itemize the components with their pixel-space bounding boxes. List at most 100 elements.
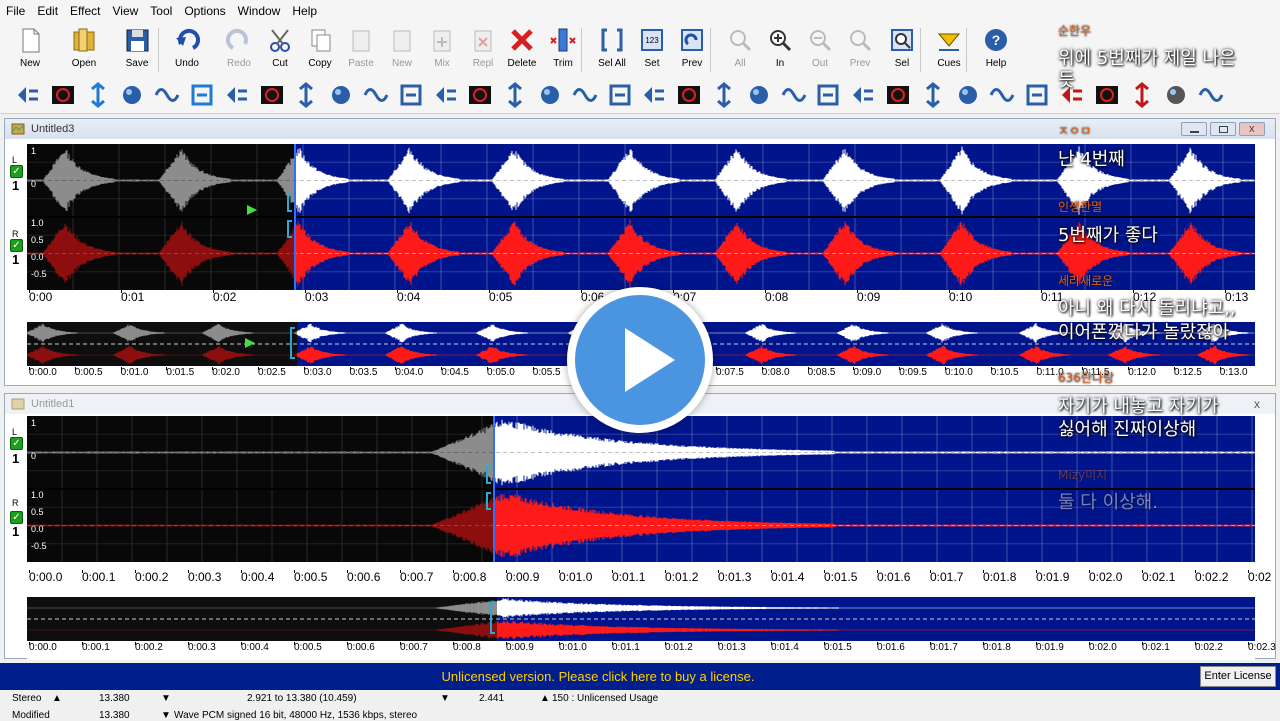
envelope-icon[interactable] [188,81,216,109]
time-tick-label: 0:00.0 [29,367,57,378]
stretch-icon[interactable] [1197,81,1225,109]
length-value[interactable]: 13.380 [99,693,130,704]
phase-icon[interactable] [1023,81,1051,109]
eq-bands-icon[interactable] [501,81,529,109]
toolbar-button-cues-21[interactable]: Cues [927,26,971,74]
mute-icon[interactable] [710,81,738,109]
save-disk-icon [126,29,149,52]
toolbar-button-sel-all-13[interactable]: Sel All [590,26,634,74]
overview-waveform[interactable] [27,597,1255,641]
right-channel-checkbox[interactable]: ✓ [10,239,23,252]
time-tick-mark [1089,570,1090,573]
channel-mix-icon[interactable] [536,81,564,109]
toolbar-button-trim-12[interactable]: Trim [541,26,585,74]
close-button[interactable]: x [1249,398,1265,412]
license-bar: Unlicensed version. Please click here to… [0,663,1280,690]
rate-icon[interactable] [675,81,703,109]
left-channel-checkbox[interactable]: ✓ [10,165,23,178]
reverb-icon[interactable] [118,81,146,109]
time-tick-mark [983,570,984,573]
toolbar-button-all-16[interactable]: All [718,26,762,74]
reverse-icon[interactable] [223,81,251,109]
echo-icon[interactable] [327,81,355,109]
center-icon[interactable] [466,81,494,109]
toolbar-button-delete-11[interactable]: Delete [500,26,544,74]
toolbar-button-cut-5[interactable]: Cut [258,26,302,74]
toolbar-button-set-14[interactable]: 123 Set [630,26,674,74]
toolbar-button-in-17[interactable]: In [758,26,802,74]
toolbar-button-undo-3[interactable]: Undo [165,26,209,74]
amplitude-tick: 0.0 [31,252,44,262]
time-ruler[interactable]: 0:00.0 0:00.1 0:00.2 0:00.3 0:00.4 0:00.5 0:00… [27,570,1271,594]
usage-arrow-icon[interactable]: ▲ [540,693,550,704]
menu-file[interactable]: File [0,0,31,22]
convert-icon[interactable] [1128,81,1156,109]
right-channel-checkbox[interactable]: ✓ [10,511,23,524]
pitch-icon[interactable] [606,81,634,109]
menu-window[interactable]: Window [232,0,287,22]
toolbar-button-open-1[interactable]: Open [62,26,106,74]
toolbar-button-paste-7[interactable]: Paste [339,26,383,74]
left-icon[interactable] [432,81,460,109]
toolbar-button-mix-9[interactable]: Mix [420,26,464,74]
fade-out-icon[interactable] [919,81,947,109]
time-tick-label: 0:02 [213,290,237,304]
time-tick-label: 0:00.7 [400,642,428,653]
marker-icon[interactable] [954,81,982,109]
fade-in-icon[interactable] [884,81,912,109]
equalizer-icon[interactable] [397,81,425,109]
menu-edit[interactable]: Edit [31,0,64,22]
channel-mode-arrow-icon[interactable]: ▲ [52,693,62,704]
toolbar-button-prev-15[interactable]: Prev [670,26,714,74]
silence-icon[interactable] [49,81,77,109]
toolbar-button-help-22[interactable]: ? Help [974,26,1018,74]
restore-button[interactable] [1210,122,1236,136]
toolbar-button-copy-6[interactable]: Copy [298,26,342,74]
selection-dropdown-icon[interactable]: ▼ [440,693,450,704]
volume-left-icon[interactable] [780,81,808,109]
compressor-icon[interactable] [362,81,390,109]
spectrum-icon[interactable] [745,81,773,109]
format-dropdown-icon[interactable]: ▼ [161,710,171,721]
channel-mode[interactable]: Stereo [12,693,41,704]
buy-license-link[interactable]: Unlicensed version. Please click here to… [0,663,1196,690]
menu-tool[interactable]: Tool [144,0,178,22]
flanger-icon[interactable] [571,81,599,109]
cut-silence-icon[interactable] [988,81,1016,109]
menu-view[interactable]: View [107,0,145,22]
toolbar-button-new-0[interactable]: New [8,26,52,74]
cursor-position[interactable]: 2.441 [479,693,504,704]
normalize-icon[interactable] [84,81,112,109]
toolbar-button-repl-10[interactable]: Repl [461,26,505,74]
minimize-button[interactable] [1181,122,1207,136]
invert-icon[interactable] [153,81,181,109]
toolbar-button-redo-4[interactable]: Redo [217,26,261,74]
amplify-icon[interactable] [14,81,42,109]
toolbar-button-save-2[interactable]: Save [115,26,159,74]
amplitude-tick: 0.0 [31,524,44,534]
replace-icon [474,30,492,52]
selection-range[interactable]: 2.921 to 13.380 (10.459) [247,693,357,704]
enter-license-button[interactable]: Enter License [1200,666,1276,687]
toolbar-button-sel-20[interactable]: Sel [880,26,924,74]
video-play-button[interactable] [567,287,713,433]
close-button[interactable]: x [1239,122,1265,136]
toolbar-button-new-8[interactable]: New [380,26,424,74]
time-tick-mark [395,367,397,370]
menu-help[interactable]: Help [286,0,323,22]
left-channel-checkbox[interactable]: ✓ [10,437,23,450]
toolbar-button-out-18[interactable]: Out [798,26,842,74]
menu-options[interactable]: Options [178,0,231,22]
length-dropdown-icon[interactable]: ▼ [161,693,171,704]
chorus-icon[interactable] [640,81,668,109]
mono-icon[interactable] [849,81,877,109]
noise-icon[interactable] [292,81,320,109]
time-tick-label: 0:01.0 [120,367,149,378]
timer-icon[interactable] [1162,81,1190,109]
menu-effect[interactable]: Effect [64,0,106,22]
fade-icon[interactable] [258,81,286,109]
insert-silence-icon[interactable] [1093,81,1121,109]
toolbar-button-prev-19[interactable]: Prev [838,26,882,74]
chat-message: 싫어해 진짜이상해 [1058,419,1197,440]
speaker-icon[interactable] [814,81,842,109]
